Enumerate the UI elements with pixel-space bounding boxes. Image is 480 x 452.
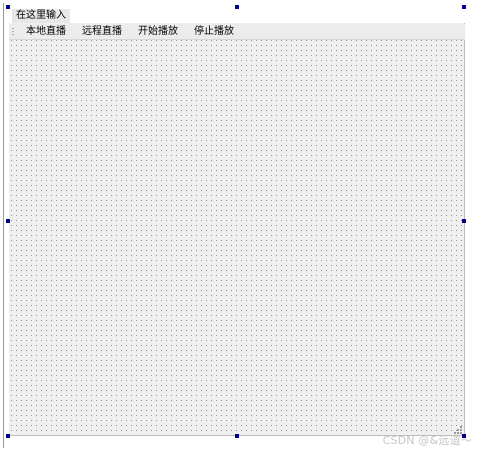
stop-play-button[interactable]: 停止播放 — [194, 25, 234, 39]
resize-handle-middle-left[interactable] — [6, 219, 10, 223]
menu-bar: 在这里输入 — [9, 8, 465, 23]
resize-handle-bottom-middle[interactable] — [235, 434, 239, 438]
resize-handle-top-right[interactable] — [462, 5, 466, 9]
resize-handle-bottom-left[interactable] — [6, 434, 10, 438]
toolbar: 本地直播 远程直播 开始播放 停止播放 — [9, 24, 465, 40]
left-edge-line — [3, 3, 4, 448]
local-live-button[interactable]: 本地直播 — [26, 25, 66, 39]
resize-handle-top-middle[interactable] — [235, 5, 239, 9]
toolbar-grip-handle[interactable] — [12, 27, 14, 37]
menu-type-here-placeholder[interactable]: 在这里输入 — [12, 9, 70, 23]
start-play-button[interactable]: 开始播放 — [138, 25, 178, 39]
form-canvas[interactable] — [9, 8, 465, 436]
resize-handle-top-left[interactable] — [6, 5, 10, 9]
remote-live-button[interactable]: 远程直播 — [82, 25, 122, 39]
resize-handle-middle-right[interactable] — [462, 219, 466, 223]
designer-stage: 在这里输入 本地直播 远程直播 开始播放 停止播放 CSDN @&远道～ — [0, 0, 480, 452]
watermark-text: CSDN @&远道～ — [382, 434, 472, 447]
